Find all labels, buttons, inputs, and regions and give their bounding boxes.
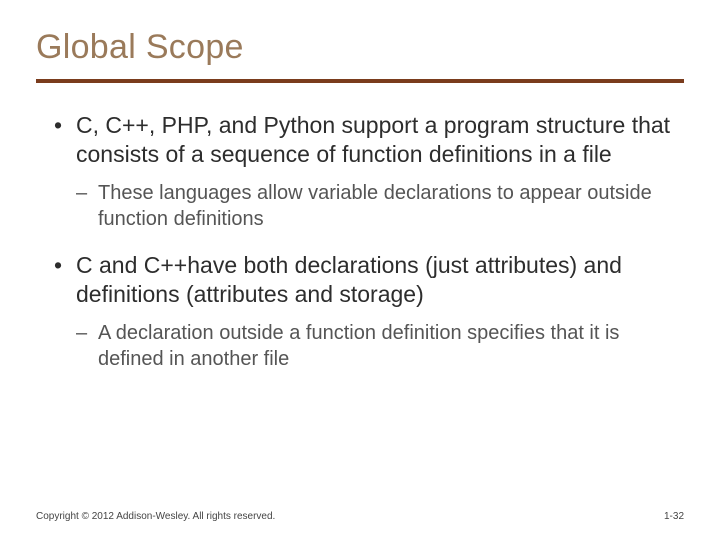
- slide-content: C, C++, PHP, and Python support a progra…: [36, 111, 684, 372]
- sub-bullet-item: A declaration outside a function definit…: [76, 320, 678, 373]
- sub-bullet-list: These languages allow variable declarati…: [76, 180, 678, 233]
- bullet-item: C, C++, PHP, and Python support a progra…: [54, 111, 678, 233]
- slide: Global Scope C, C++, PHP, and Python sup…: [0, 0, 720, 540]
- title-underline: [36, 79, 684, 83]
- bullet-item: C and C++have both declarations (just at…: [54, 251, 678, 373]
- sub-bullet-list: A declaration outside a function definit…: [76, 320, 678, 373]
- slide-title: Global Scope: [36, 28, 684, 67]
- bullet-text: C, C++, PHP, and Python support a progra…: [76, 112, 670, 167]
- bullet-text: C and C++have both declarations (just at…: [76, 252, 622, 307]
- page-number: 1-32: [664, 511, 684, 522]
- sub-bullet-item: These languages allow variable declarati…: [76, 180, 678, 233]
- bullet-list: C, C++, PHP, and Python support a progra…: [54, 111, 678, 372]
- copyright-text: Copyright © 2012 Addison-Wesley. All rig…: [36, 511, 275, 522]
- slide-footer: Copyright © 2012 Addison-Wesley. All rig…: [36, 511, 684, 522]
